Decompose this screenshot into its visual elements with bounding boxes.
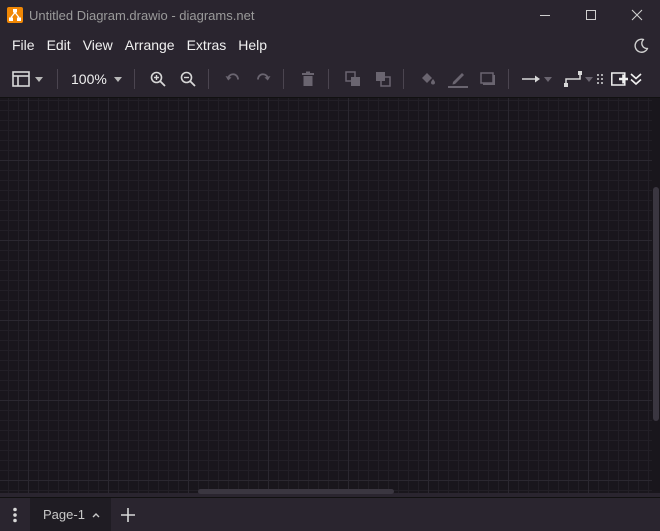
- expand-toolbar-button[interactable]: [630, 61, 642, 98]
- toolbar: 100%: [0, 61, 660, 98]
- menu-bar: File Edit View Arrange Extras Help: [0, 30, 660, 61]
- title-bar: Untitled Diagram.drawio - diagrams.net: [0, 0, 660, 30]
- shadow-button[interactable]: [476, 61, 500, 98]
- toolbar-divider: [507, 69, 509, 89]
- connection-style-dropdown[interactable]: [521, 61, 552, 98]
- window-title: Untitled Diagram.drawio - diagrams.net: [29, 7, 255, 23]
- format-panel-icon: [12, 71, 30, 87]
- insert-icon: [610, 72, 628, 86]
- fill-color-button[interactable]: [416, 61, 440, 98]
- expand-icon: [630, 73, 642, 86]
- close-button[interactable]: [614, 0, 660, 30]
- zoom-in-button[interactable]: [146, 61, 170, 98]
- plus-icon: [120, 507, 135, 522]
- close-icon: [631, 9, 643, 21]
- menu-help[interactable]: Help: [232, 30, 273, 61]
- add-page-button[interactable]: [111, 498, 145, 531]
- more-vertical-icon: [13, 507, 17, 522]
- zoom-out-icon: [180, 71, 196, 87]
- to-back-button[interactable]: [371, 61, 395, 98]
- maximize-icon: [586, 10, 596, 20]
- format-panel-button[interactable]: [12, 61, 43, 98]
- toolbar-divider: [133, 69, 135, 89]
- chevron-down-icon: [584, 76, 593, 82]
- zoom-in-icon: [150, 71, 166, 87]
- drawio-logo-icon: [7, 7, 23, 23]
- chevron-down-icon: [35, 76, 43, 82]
- toolbar-grip: [596, 61, 604, 98]
- menu-arrange[interactable]: Arrange: [119, 30, 181, 61]
- to-front-icon: [345, 71, 360, 86]
- window-controls: [522, 0, 660, 30]
- minimize-button[interactable]: [522, 0, 568, 30]
- menu-extras[interactable]: Extras: [181, 30, 233, 61]
- undo-button[interactable]: [221, 61, 245, 98]
- toolbar-divider: [402, 69, 404, 89]
- chevron-down-icon: [543, 76, 552, 82]
- insert-button[interactable]: [610, 61, 629, 98]
- chevron-down-icon: [113, 76, 122, 82]
- line-color-icon: [447, 73, 468, 88]
- vertical-scrollbar[interactable]: [653, 187, 659, 421]
- grip-icon: [596, 74, 603, 84]
- zoom-level: 100%: [71, 71, 107, 87]
- toolbar-divider: [282, 69, 284, 89]
- waypoints-icon: [563, 71, 582, 87]
- page-tab-bar: Page-1: [0, 497, 660, 531]
- menu-edit[interactable]: Edit: [41, 30, 77, 61]
- diagram-canvas[interactable]: [0, 98, 652, 493]
- delete-icon: [301, 71, 314, 86]
- maximize-button[interactable]: [568, 0, 614, 30]
- menu-file[interactable]: File: [6, 30, 41, 61]
- menu-view[interactable]: View: [77, 30, 119, 61]
- shadow-icon: [480, 72, 495, 85]
- zoom-out-button[interactable]: [176, 61, 200, 98]
- connection-arrow-icon: [521, 75, 540, 83]
- to-back-icon: [375, 72, 391, 87]
- delete-button[interactable]: [296, 61, 320, 98]
- moon-icon[interactable]: [632, 37, 650, 55]
- toolbar-divider: [57, 69, 58, 89]
- horizontal-scrollbar[interactable]: [198, 489, 394, 494]
- redo-icon: [256, 73, 271, 81]
- undo-icon: [225, 73, 239, 81]
- toolbar-divider: [327, 69, 329, 89]
- page-tab-page-1[interactable]: Page-1: [30, 497, 111, 531]
- toolbar-divider: [207, 69, 209, 89]
- line-color-button[interactable]: [446, 61, 470, 98]
- redo-button[interactable]: [251, 61, 275, 98]
- fill-color-icon: [421, 73, 435, 85]
- waypoints-dropdown[interactable]: [563, 61, 593, 98]
- to-front-button[interactable]: [341, 61, 365, 98]
- pages-menu-button[interactable]: [0, 498, 30, 531]
- zoom-dropdown[interactable]: 100%: [71, 61, 122, 98]
- page-tab-label: Page-1: [43, 507, 85, 522]
- minimize-icon: [540, 15, 550, 16]
- chevron-up-icon[interactable]: [91, 511, 101, 519]
